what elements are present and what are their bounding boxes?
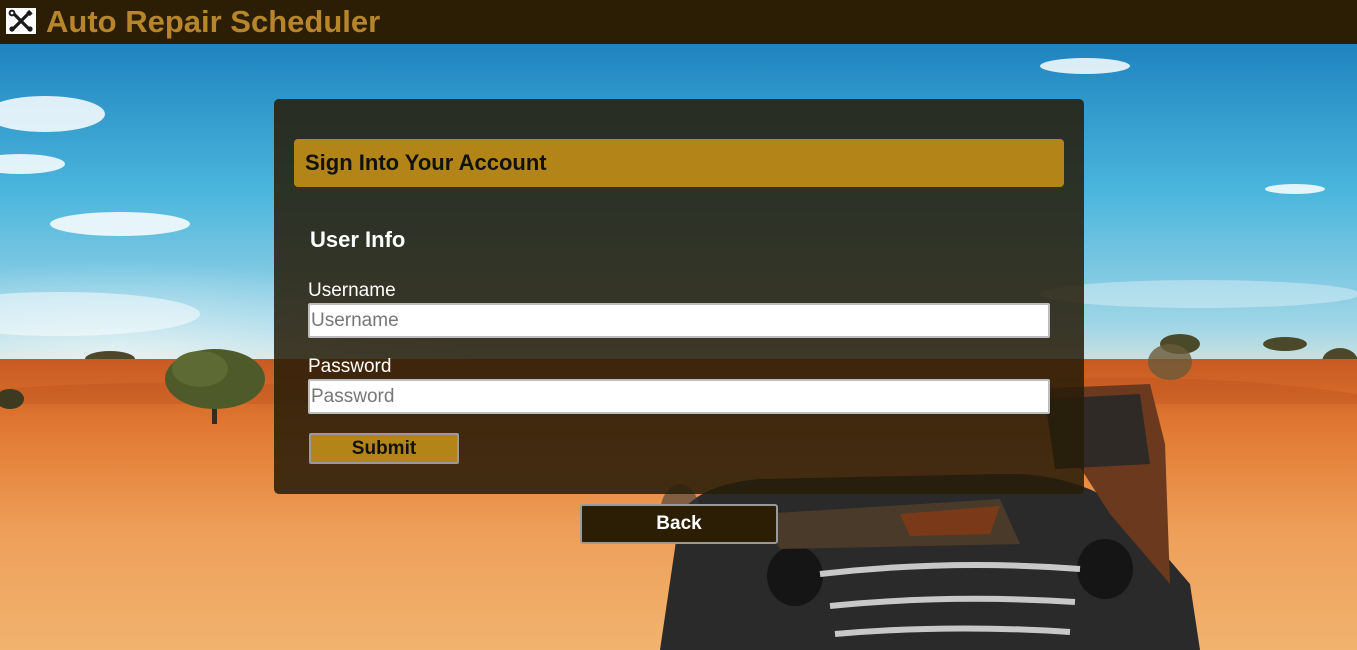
submit-button[interactable]: Submit xyxy=(309,433,459,464)
panel-title: Sign Into Your Account xyxy=(305,150,547,175)
app-header: Auto Repair Scheduler xyxy=(0,0,1357,44)
sign-in-panel: Sign Into Your Account User Info Usernam… xyxy=(274,99,1084,494)
panel-header: Sign Into Your Account xyxy=(294,139,1064,187)
password-input[interactable] xyxy=(308,379,1050,414)
user-info-heading: User Info xyxy=(310,227,406,252)
app-title: Auto Repair Scheduler xyxy=(46,4,381,39)
wrench-screwdriver-icon xyxy=(6,8,36,34)
back-button[interactable]: Back xyxy=(580,504,778,544)
password-label: Password xyxy=(308,356,392,377)
username-input[interactable] xyxy=(308,303,1050,338)
username-label: Username xyxy=(308,280,396,301)
